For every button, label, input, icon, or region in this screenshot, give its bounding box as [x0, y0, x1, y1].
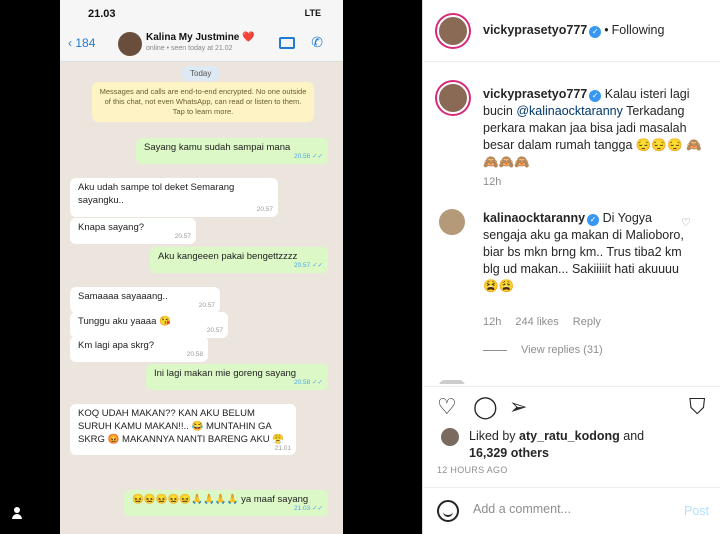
message-text: KOQ UDAH MAKAN?? KAN AKU BELUM SURUH KAM… [78, 408, 285, 445]
message-text: Aku kangeeen pakai bengettzzzz [158, 251, 298, 262]
comment-username[interactable]: kalinaocktaranny [483, 211, 585, 225]
separator-dot: • [604, 23, 609, 37]
comment-text: kalinaocktaranny ✓ Di Yogya sengaja aku g… [483, 210, 693, 294]
following-button[interactable]: Following [612, 23, 665, 37]
message-time: 21.03 [294, 505, 323, 514]
message-time: 20.57 [256, 205, 273, 213]
message-bubble: Aku udah sampe tol deket Semarang sayang… [70, 178, 278, 217]
whatsapp-screenshot: 21.03 LTE ‹ 184 Kalina My Justmine ❤️ on… [60, 0, 343, 534]
message-time: 20.58 [294, 379, 323, 388]
caption-text: vickyprasetyo777 ✓ Kalau isteri lagi buci… [483, 86, 711, 170]
message-text: Aku udah sampe tol deket Semarang sayang… [78, 182, 235, 206]
caption-mention[interactable]: @kalinaocktaranny [516, 104, 623, 118]
message-bubble: Ini lagi makan mie goreng sayang 20.58 [146, 364, 328, 390]
add-comment-bar: Post [423, 487, 720, 534]
phone-status-bar: 21.03 LTE [60, 0, 343, 28]
liker-avatar[interactable] [441, 428, 459, 446]
verified-icon: ✓ [589, 26, 602, 38]
chat-back: ‹ 184 [68, 36, 96, 50]
post-panel: vickyprasetyo777 ✓ • Following vickyprasety… [422, 0, 720, 534]
message-time: 21.01 [274, 444, 291, 452]
message-bubble: Km lagi apa skrg? 20.58 [70, 336, 208, 362]
comment-age: 12h [483, 316, 502, 328]
message-time: 20.56 [294, 153, 323, 162]
encryption-notice: Messages and calls are end-to-end encryp… [92, 82, 314, 123]
message-time: 20.58 [186, 351, 203, 359]
share-icon[interactable]: ➢ [509, 396, 527, 418]
commenter-avatar[interactable] [437, 207, 467, 237]
message-text: Ini lagi makan mie goreng sayang [154, 368, 297, 379]
contact-avatar [118, 32, 142, 56]
message-text: 😖😖😖😖😖🙏🙏🙏🙏 ya maaf sayang [132, 494, 309, 505]
post-header: vickyprasetyo777 ✓ • Following [423, 0, 720, 62]
emoji-icon[interactable] [437, 500, 459, 522]
author-avatar[interactable] [437, 15, 469, 47]
message-time: 20.57 [198, 302, 215, 310]
comment-like-icon[interactable]: ♡ [681, 216, 691, 229]
post-media[interactable]: 21.03 LTE ‹ 184 Kalina My Justmine ❤️ on… [0, 0, 422, 534]
chat-header: ‹ 184 Kalina My Justmine ❤️ online • see… [60, 28, 343, 62]
message-bubble: Sayang kamu sudah sampai mana 20.56 [136, 138, 328, 164]
back-count: 184 [75, 36, 96, 50]
caption-avatar[interactable] [437, 82, 469, 114]
message-text: Tunggu aku yaaaa 😘 [78, 316, 171, 327]
contact-name: Kalina My Justmine ❤️ [146, 32, 255, 43]
message-time: 20.57 [294, 262, 323, 271]
video-call-icon [279, 37, 295, 49]
message-bubble: Knapa sayang? 20.57 [70, 218, 196, 244]
verified-icon: ✓ [587, 214, 600, 226]
comment-icon[interactable]: ◯ [473, 396, 498, 418]
instagram-post-modal: 21.03 LTE ‹ 184 Kalina My Justmine ❤️ on… [0, 0, 720, 534]
replies-line [483, 349, 507, 351]
liked-others[interactable]: 16,329 others [469, 446, 549, 460]
caption-username[interactable]: vickyprasetyo777 [483, 87, 587, 101]
message-bubble: Samaaaa sayaaang.. 20.57 [70, 287, 220, 313]
next-comment-avatar [437, 378, 467, 386]
liked-and: and [623, 429, 645, 443]
view-replies-label[interactable]: View replies (31) [521, 344, 603, 356]
post-author-row: vickyprasetyo777 ✓ • Following [483, 23, 664, 38]
save-bookmark-icon[interactable]: ⛉ [689, 396, 706, 418]
message-bubble: KOQ UDAH MAKAN?? KAN AKU BELUM SURUH KAM… [70, 404, 296, 456]
reply-button[interactable]: Reply [573, 316, 601, 328]
message-text: Sayang kamu sudah sampai mana [144, 142, 291, 153]
message-text: Knapa sayang? [78, 222, 145, 233]
status-signal: LTE [304, 8, 321, 18]
author-username[interactable]: vickyprasetyo777 [483, 23, 587, 37]
like-heart-icon[interactable]: ♡ [437, 396, 457, 418]
message-text: Samaaaa sayaaang.. [78, 291, 168, 302]
message-time: 20.57 [206, 327, 223, 335]
message-time: 20.57 [174, 233, 191, 241]
phone-call-icon: ✆ [311, 34, 323, 50]
comment-meta: 12h 244 likes Reply [483, 316, 615, 328]
verified-icon: ✓ [589, 90, 602, 102]
comment-likes[interactable]: 244 likes [515, 316, 558, 328]
day-separator: Today [182, 66, 220, 81]
message-bubble: Aku kangeeen pakai bengettzzzz 20.57 [150, 247, 328, 273]
message-text: Km lagi apa skrg? [78, 340, 155, 351]
likes-summary: Liked by aty_ratu_kodong and 16,329 othe… [469, 428, 644, 462]
liked-by-user[interactable]: aty_ratu_kodong [519, 429, 620, 443]
message-bubble: Tunggu aku yaaaa 😘 20.57 [70, 312, 228, 338]
post-comment-button[interactable]: Post [684, 504, 709, 518]
post-time-ago: 12 HOURS AGO [437, 465, 508, 475]
status-time: 21.03 [88, 8, 116, 20]
comment-input[interactable] [473, 502, 663, 516]
caption-age: 12h [483, 176, 502, 188]
message-bubble: 😖😖😖😖😖🙏🙏🙏🙏 ya maaf sayang 21.03 [124, 490, 328, 516]
divider [423, 386, 720, 387]
view-replies[interactable]: View replies (31) [483, 344, 617, 356]
contact-status: online • seen today at 21.02 [146, 45, 233, 52]
tagged-user-icon[interactable] [10, 506, 24, 520]
liked-by-label: Liked by [469, 429, 516, 443]
